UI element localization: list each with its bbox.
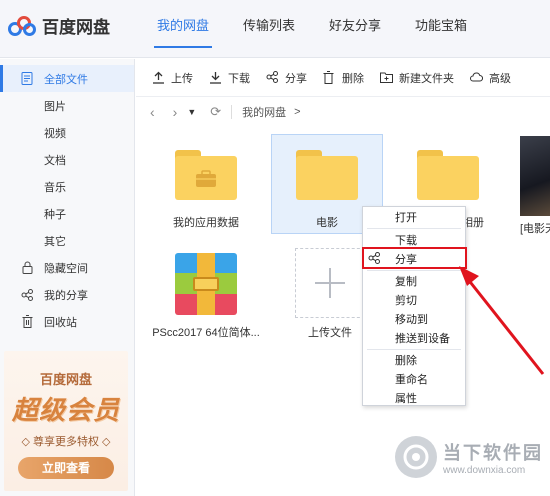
download-icon — [209, 71, 222, 84]
breadcrumb-separator: > — [294, 106, 301, 118]
sidebar-item-label: 其它 — [44, 235, 66, 248]
watermark-logo-icon — [395, 436, 437, 478]
delete-label: 删除 — [342, 72, 364, 85]
watermark-name: 当下软件园 — [443, 442, 543, 463]
refresh-icon[interactable]: ⟳ — [210, 104, 221, 120]
sidebar-item-label: 隐藏空间 — [44, 262, 88, 275]
breadcrumb-path[interactable]: 我的网盘 — [242, 104, 286, 120]
menu-item-push-to-device[interactable]: 推送到设备 — [363, 330, 465, 349]
tab-friend-share[interactable]: 好友分享 — [312, 0, 398, 58]
dropdown-caret-icon[interactable]: ▼ — [187, 107, 196, 117]
menu-item-rename[interactable]: 重命名 — [363, 371, 465, 390]
video-thumbnail[interactable] — [520, 136, 550, 216]
trash-icon — [20, 315, 34, 329]
archive-icon — [175, 253, 237, 315]
menu-item-cut[interactable]: 剪切 — [363, 292, 465, 311]
sidebar-item-documents[interactable]: 文档 — [0, 146, 134, 173]
watermark-url: www.downxia.com — [443, 464, 526, 476]
file-item-my-app-data[interactable]: 我的应用数据 — [150, 150, 262, 230]
share-label: 分享 — [285, 72, 307, 85]
share-icon — [20, 288, 34, 302]
promo-subtitle: ◇ 尊享更多特权 ◇ — [21, 436, 111, 448]
toolbar: 上传 下载 分享 删除 新建文件夹 高级 — [136, 59, 550, 97]
sidebar-item-recycle-bin[interactable]: 回收站 — [0, 308, 134, 335]
sidebar-item-label: 我的分享 — [44, 289, 88, 302]
file-name: [电影天 — [520, 223, 550, 235]
sidebar-item-other[interactable]: 其它 — [0, 227, 134, 254]
sidebar-item-my-shares[interactable]: 我的分享 — [0, 281, 134, 308]
baidu-cloud-logo-icon — [8, 14, 38, 38]
app-logo[interactable]: 百度网盘 — [8, 13, 110, 38]
context-menu: 打开 下载 分享 复制 剪切 移动到 推送到设备 删除 重命名 属性 — [362, 206, 466, 406]
sidebar-item-images[interactable]: 图片 — [0, 92, 134, 119]
lock-icon — [20, 261, 34, 275]
sidebar: 全部文件 图片 视频 文档 音乐 种子 其它 隐藏空间 我的分享 回收站 百度网… — [0, 59, 135, 496]
logo-text: 百度网盘 — [42, 18, 110, 37]
sidebar-item-label: 视频 — [44, 127, 66, 140]
new-folder-button[interactable]: 新建文件夹 — [380, 70, 454, 86]
sidebar-item-label: 全部文件 — [44, 73, 88, 86]
super-member-promo: 百度网盘 超级会员 ◇ 尊享更多特权 ◇ 立即查看 — [4, 351, 128, 491]
tab-toolbox[interactable]: 功能宝箱 — [398, 0, 484, 58]
menu-item-delete[interactable]: 删除 — [363, 352, 465, 371]
back-arrow-icon[interactable]: ‹ — [150, 104, 155, 120]
new-folder-label: 新建文件夹 — [399, 72, 454, 85]
share-icon — [266, 71, 279, 84]
folder-icon — [175, 150, 237, 200]
file-name: PScc2017 64位简体... — [152, 327, 260, 339]
trash-icon — [323, 71, 336, 84]
folder-icon — [296, 150, 358, 200]
file-item-video[interactable]: [电影天 — [520, 216, 550, 236]
breadcrumb-divider — [231, 105, 233, 119]
tab-transfer-list[interactable]: 传输列表 — [226, 0, 312, 58]
top-header: 百度网盘 我的网盘 传输列表 好友分享 功能宝箱 — [0, 0, 550, 58]
promo-view-now-button[interactable]: 立即查看 — [18, 457, 114, 479]
promo-title: 超级会员 — [11, 395, 120, 425]
file-item-pscc2017[interactable]: PScc2017 64位简体... — [146, 253, 266, 340]
share-highlight-box — [362, 247, 467, 269]
advanced-button[interactable]: 高级 — [470, 70, 511, 86]
delete-button[interactable]: 删除 — [323, 70, 364, 86]
sidebar-item-videos[interactable]: 视频 — [0, 119, 134, 146]
promo-brand: 百度网盘 — [39, 372, 92, 387]
share-button[interactable]: 分享 — [266, 70, 307, 86]
file-name: 我的应用数据 — [173, 217, 239, 229]
new-folder-icon — [380, 71, 393, 84]
plus-icon — [295, 248, 365, 318]
document-icon — [20, 72, 34, 86]
red-arrow-annotation — [459, 266, 545, 375]
advanced-label: 高级 — [489, 72, 511, 85]
tab-my-drive[interactable]: 我的网盘 — [140, 0, 226, 58]
menu-item-move-to[interactable]: 移动到 — [363, 311, 465, 330]
sidebar-item-label: 文档 — [44, 154, 66, 167]
sidebar-item-label: 音乐 — [44, 181, 66, 194]
download-button[interactable]: 下载 — [209, 70, 250, 86]
sidebar-item-music[interactable]: 音乐 — [0, 173, 134, 200]
sidebar-item-all-files[interactable]: 全部文件 — [0, 65, 134, 92]
sidebar-item-label: 回收站 — [44, 316, 77, 329]
main-nav: 我的网盘 传输列表 好友分享 功能宝箱 — [140, 0, 484, 58]
upload-icon — [152, 71, 165, 84]
menu-item-properties[interactable]: 属性 — [363, 390, 465, 409]
watermark: 当下软件园 www.downxia.com — [395, 436, 543, 478]
sidebar-item-label: 种子 — [44, 208, 66, 221]
download-label: 下载 — [228, 72, 250, 85]
breadcrumb: ‹ › ▼ ⟳ 我的网盘 > — [136, 98, 550, 126]
folder-icon — [417, 150, 479, 200]
sidebar-item-torrents[interactable]: 种子 — [0, 200, 134, 227]
cloud-icon — [470, 71, 483, 84]
upload-button[interactable]: 上传 — [152, 70, 193, 86]
sidebar-item-hidden-space[interactable]: 隐藏空间 — [0, 254, 134, 281]
sidebar-item-label: 图片 — [44, 100, 66, 113]
menu-item-copy[interactable]: 复制 — [363, 273, 465, 292]
forward-arrow-icon[interactable]: › — [173, 104, 178, 120]
menu-item-open[interactable]: 打开 — [363, 209, 465, 228]
upload-label: 上传 — [171, 72, 193, 85]
